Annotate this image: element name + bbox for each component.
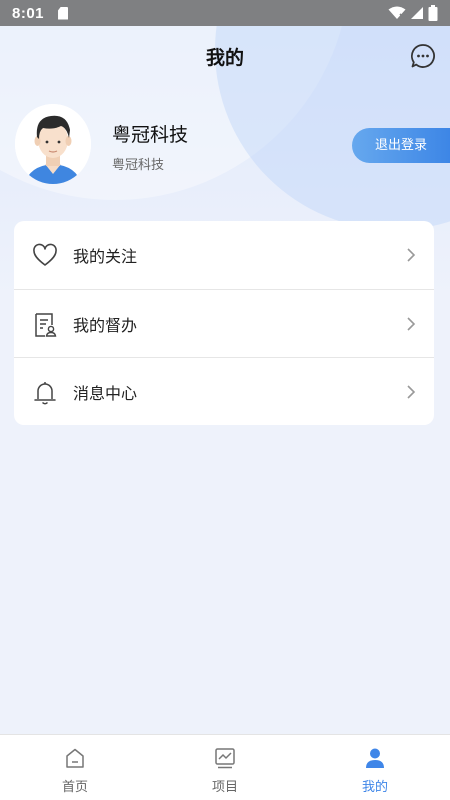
heart-icon [33,243,57,266]
sim-card-icon [58,6,69,20]
tab-label: 首页 [61,780,88,795]
title-bar: 我的 [0,26,450,88]
battery-icon [428,5,438,21]
menu-item-label: 我的督办 [73,315,138,335]
logout-button[interactable]: 退出登录 [352,128,450,163]
menu-item-my-follows[interactable]: 我的关注 [14,221,434,289]
tab-project[interactable]: 项目 [150,735,300,800]
profile-section: 粤冠科技 粤冠科技 退出登录 [0,104,450,190]
menu-item-my-supervision[interactable]: 我的督办 [14,289,434,357]
chevron-right-icon [407,317,416,331]
wifi-icon [388,6,406,19]
chevron-right-icon [407,248,416,262]
user-name: 粤冠科技 [112,124,189,146]
menu-item-label: 消息中心 [73,383,138,403]
chevron-right-icon [407,385,416,399]
menu-item-label: 我的关注 [73,247,138,266]
tab-label: 项目 [211,780,238,795]
cell-signal-icon [411,7,423,19]
avatar[interactable] [15,104,91,184]
menu-card: 我的关注 我的督办 消息中心 [14,221,434,425]
home-icon [66,748,84,768]
menu-item-message-center[interactable]: 消息中心 [14,357,434,425]
tab-mine[interactable]: 我的 [300,735,450,800]
supervise-document-icon [35,313,57,337]
bell-icon [34,382,56,405]
user-organization: 粤冠科技 [112,158,165,173]
tab-label: 我的 [361,780,388,795]
person-icon [366,748,384,768]
chat-bubble-icon[interactable] [410,43,436,69]
project-chart-icon [215,748,235,769]
status-time: 8:01 [12,4,45,22]
status-bar: 8:01 [0,0,450,26]
page-title: 我的 [205,47,244,69]
status-indicators [388,5,438,21]
avatar-person-icon [15,104,91,184]
bottom-tab-bar: 首页 项目 我的 [0,734,450,800]
tab-home[interactable]: 首页 [0,735,150,800]
